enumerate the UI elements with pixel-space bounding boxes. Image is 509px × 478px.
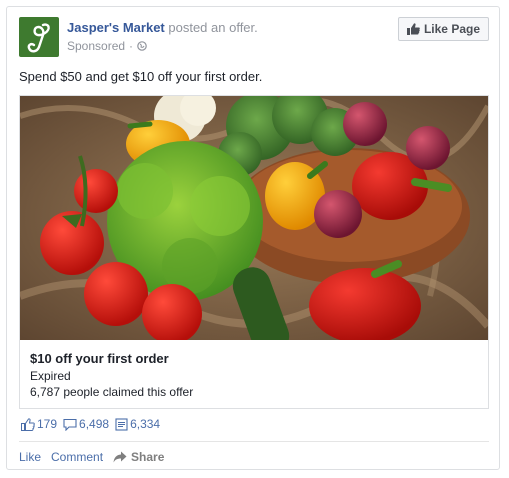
thumbs-up-icon [406, 23, 420, 35]
like-page-label: Like Page [423, 22, 480, 36]
offer-claimed-count: 6,787 people claimed this offer [30, 385, 194, 399]
shares-count-value: 6,334 [130, 417, 161, 431]
actions-divider [19, 441, 489, 442]
offer-attachment[interactable]: $10 off your first order Expired 6,787 p… [19, 95, 489, 409]
like-action[interactable]: Like [19, 450, 41, 464]
post-action-text: posted an offer. [164, 20, 258, 35]
page-avatar[interactable] [19, 17, 59, 57]
post-stats: 179 6,498 6,334 [21, 417, 160, 431]
post-body-text: Spend $50 and get $10 off your first ord… [19, 69, 263, 84]
post-actions: Like Comment Share [19, 450, 164, 464]
offer-status: Expired [30, 369, 71, 383]
share-arrow-icon [113, 451, 127, 463]
likes-count[interactable]: 179 [21, 417, 57, 431]
vegetables-illustration [20, 96, 488, 340]
comment-action[interactable]: Comment [51, 450, 103, 464]
offer-info: $10 off your first order Expired 6,787 p… [30, 350, 193, 400]
globe-icon [137, 41, 147, 51]
shares-count[interactable]: 6,334 [115, 417, 160, 431]
sponsored-label[interactable]: Sponsored [67, 39, 125, 53]
comment-icon [63, 418, 77, 431]
thumbs-up-icon [21, 417, 35, 431]
post-meta: Sponsored · [67, 39, 147, 53]
page-name-link[interactable]: Jasper's Market [67, 20, 165, 35]
meta-separator: · [129, 39, 134, 53]
offer-image-vegetables[interactable] [20, 96, 488, 340]
share-action[interactable]: Share [113, 450, 164, 464]
like-page-button[interactable]: Like Page [397, 17, 489, 41]
comments-count-value: 6,498 [79, 417, 110, 431]
likes-count-value: 179 [37, 417, 58, 431]
share-icon [115, 417, 128, 431]
script-j-logo-icon [27, 23, 50, 53]
sponsored-post-card: Jasper's Market posted an offer. Sponsor… [6, 6, 500, 470]
share-action-label: Share [131, 450, 165, 464]
post-author-line: Jasper's Market posted an offer. [67, 19, 258, 36]
comments-count[interactable]: 6,498 [63, 417, 109, 431]
post-header: Jasper's Market posted an offer. Sponsor… [19, 17, 489, 61]
offer-title[interactable]: $10 off your first order [30, 350, 193, 368]
